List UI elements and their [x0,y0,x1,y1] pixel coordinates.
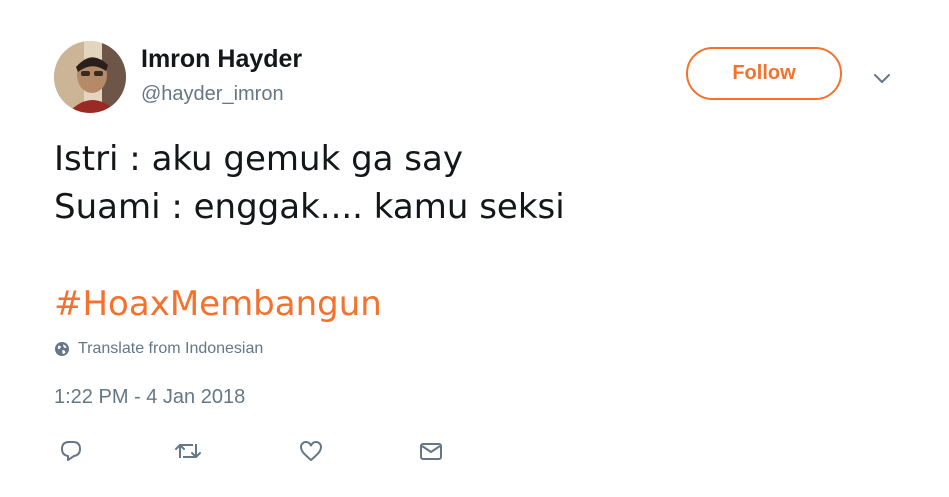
tweet-text: Istri : aku gemuk ga say Suami : enggak.… [54,135,914,231]
avatar[interactable] [54,41,126,113]
retweet-icon [175,444,201,458]
message-button[interactable] [414,434,448,468]
chevron-down-icon[interactable] [870,66,894,90]
like-button[interactable] [294,434,328,468]
hashtag-link[interactable]: #HoaxMembangun [54,280,382,328]
translate-label: Translate from Indonesian [78,340,264,357]
tweet-line: Istri : aku gemuk ga say [54,139,463,179]
timestamp[interactable]: 1:22 PM - 4 Jan 2018 [54,386,245,409]
reply-icon [61,441,81,461]
translate-link[interactable]: Translate from Indonesian [54,340,263,358]
envelope-icon [420,443,442,460]
avatar-photo [54,41,126,113]
heart-icon [300,441,322,461]
tweet-line: Suami : enggak.... kamu seksi [54,187,565,227]
reply-button[interactable] [54,434,88,468]
follow-button[interactable]: Follow [686,47,842,100]
tweet-card: Imron Hayder @hayder_imron Follow Istri … [0,0,949,497]
user-name[interactable]: Imron Hayder [141,45,302,74]
retweet-button[interactable] [171,434,205,468]
user-handle[interactable]: @hayder_imron [141,83,284,106]
globe-icon [54,341,70,357]
